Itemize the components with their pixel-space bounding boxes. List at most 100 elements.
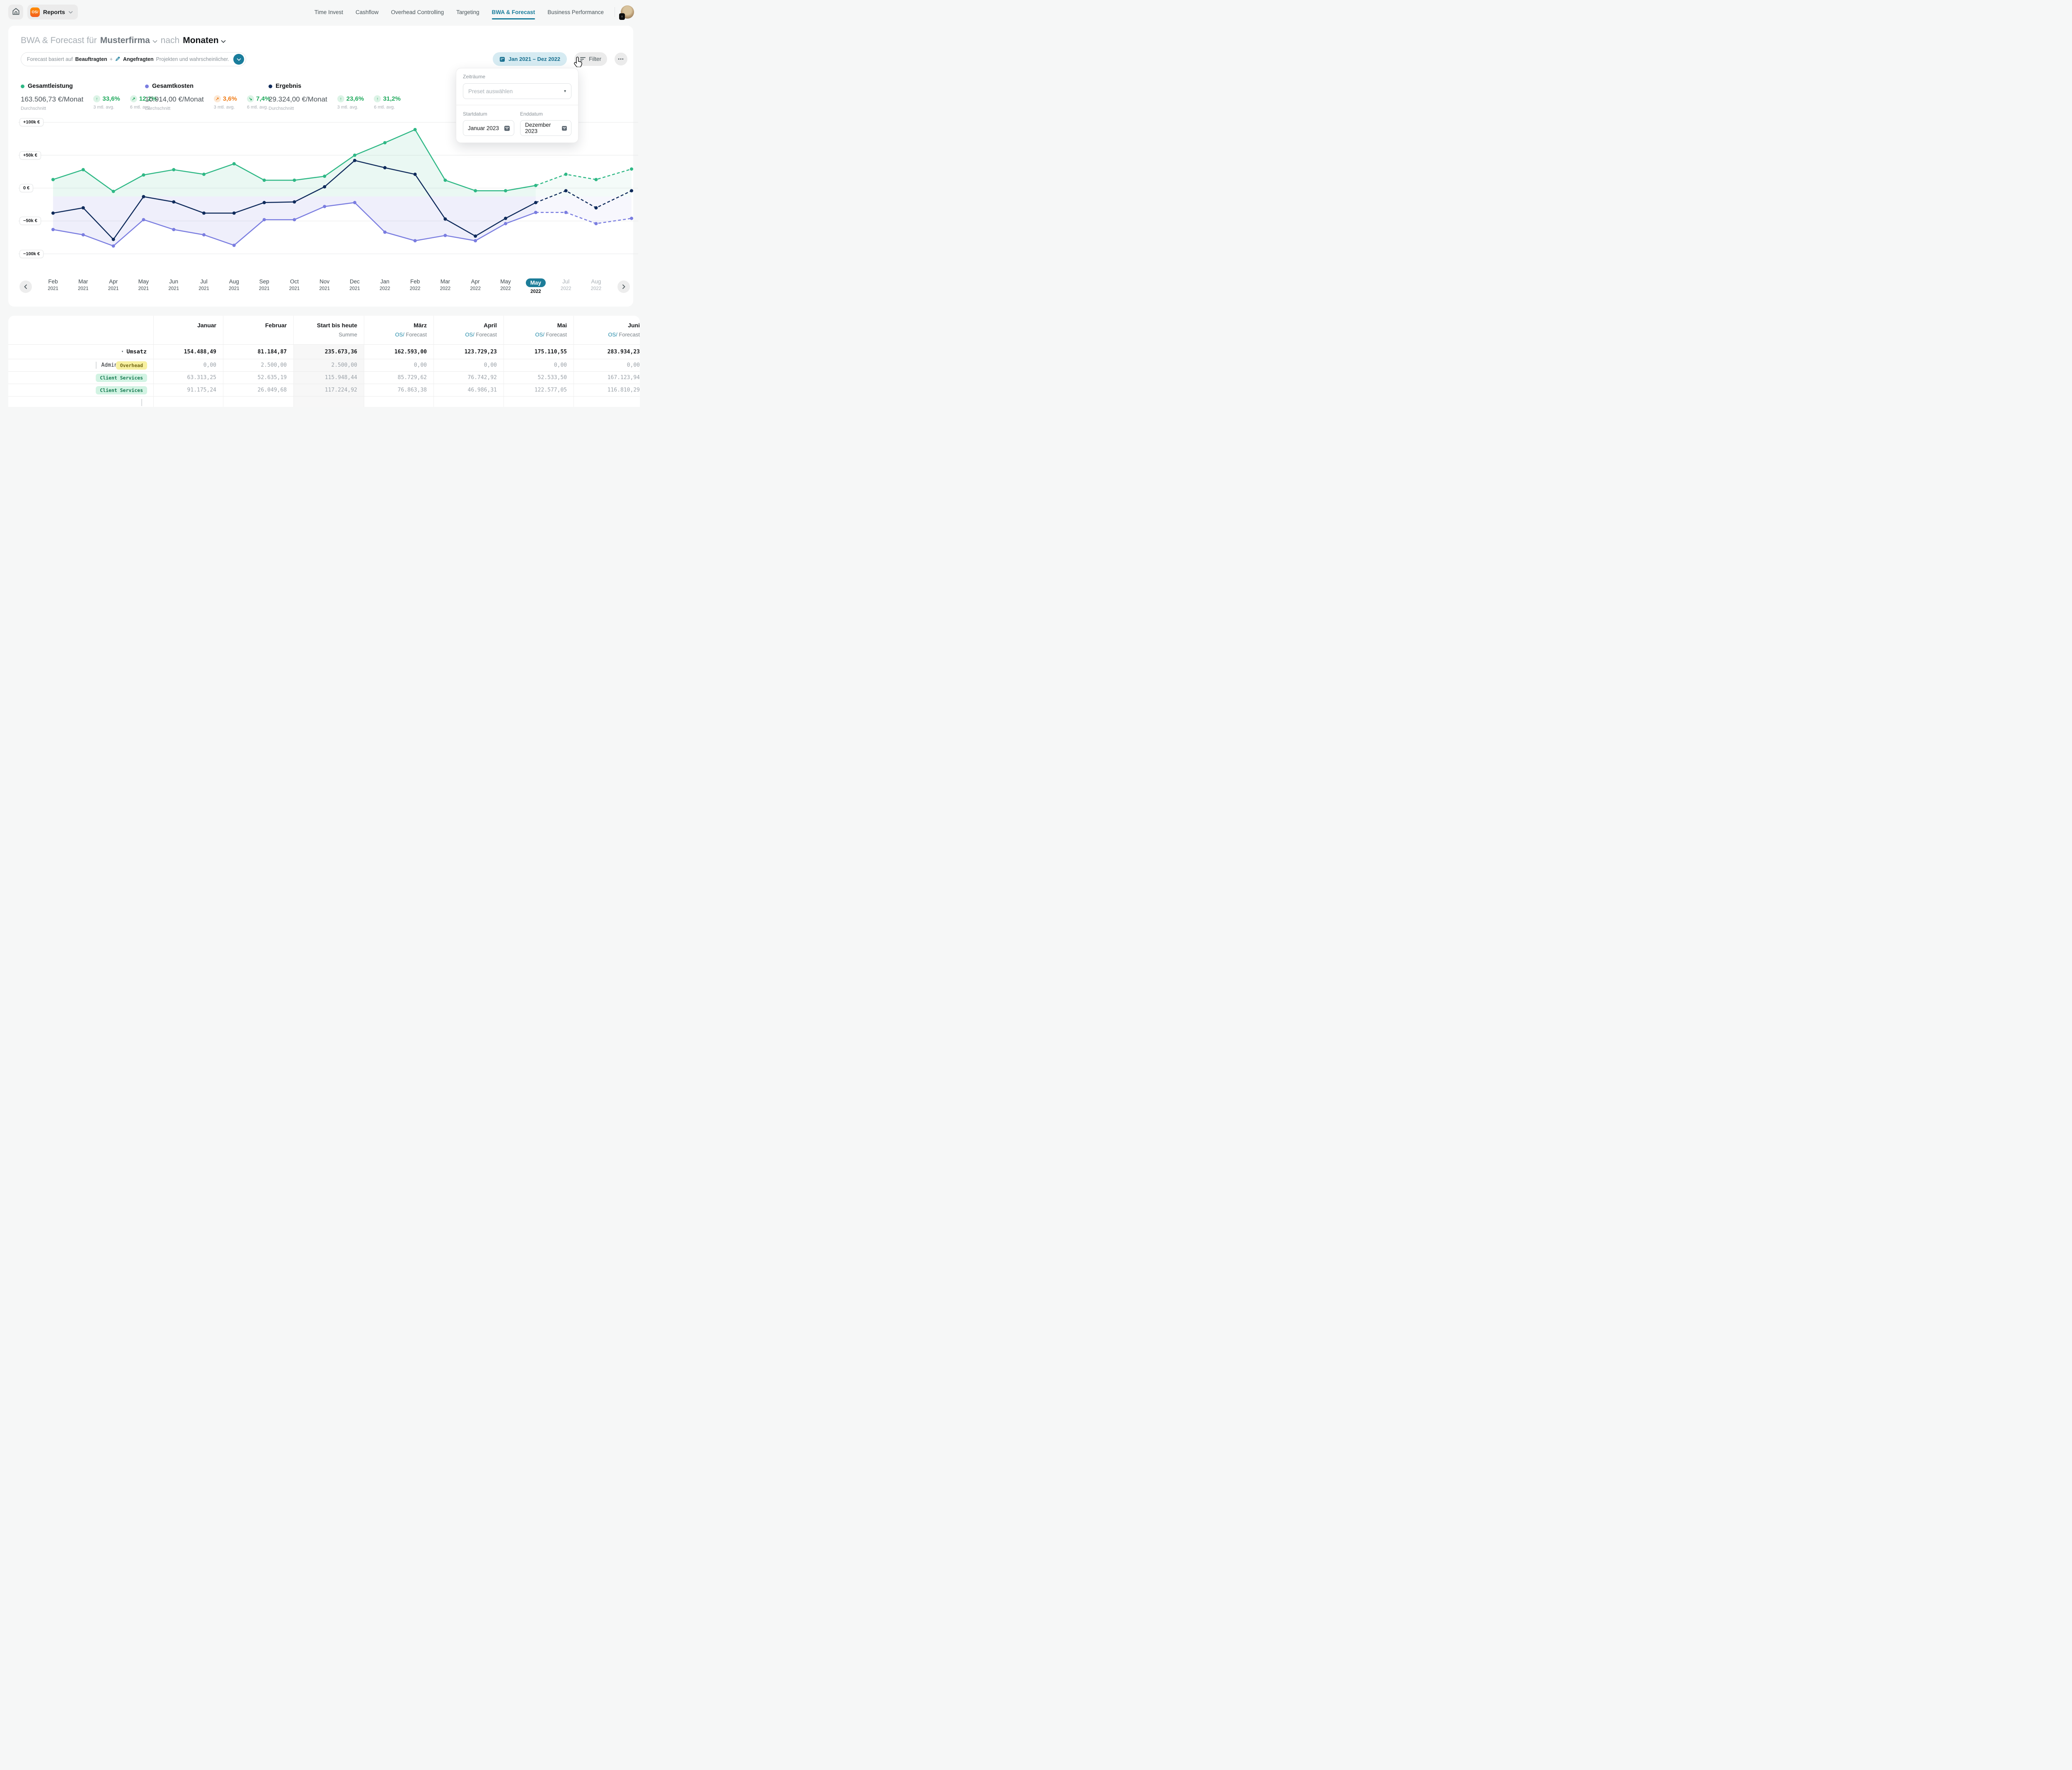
row-label-cell: ▾Umsatz (8, 345, 153, 359)
report-controls: Jan 2021 – Dez 2022 Filter ••• (493, 52, 627, 66)
table-row-administration[interactable]: AdministrationOverhead0,002.500,002.500,… (8, 359, 640, 371)
value-cell (503, 397, 574, 407)
nav-item-time-invest[interactable]: Time Invest (315, 7, 343, 18)
chart-scroll-left-button[interactable] (19, 280, 32, 293)
x-axis-month[interactable]: Jul2022 (561, 278, 571, 291)
avatar[interactable]: ↑ (621, 5, 634, 19)
month-label: Aug (229, 278, 240, 285)
year-label: 2021 (349, 286, 360, 291)
trend-arrow-icon: ↗ (214, 95, 221, 102)
table-row-werbung[interactable]: WerbungClient Services63.313,2552.635,19… (8, 371, 640, 384)
y-axis-label: +50k € (19, 151, 41, 160)
x-axis-month[interactable]: Apr2021 (108, 278, 119, 291)
enddatum-label: Enddatum (520, 111, 571, 117)
x-axis-month[interactable]: Jun2021 (168, 278, 179, 291)
year-label: 2021 (289, 286, 300, 291)
granularity-selector[interactable]: Monaten (183, 36, 226, 46)
x-axis-month[interactable]: Oct2021 (289, 278, 300, 291)
column-month-label: April (434, 322, 497, 329)
kpi-body: 10.914,00 €/MonatDurchschnitt↗3,6%3 mtl.… (145, 95, 269, 111)
startdatum-label: Startdatum (463, 111, 514, 117)
pill-term-angefragten: Angefragten (123, 56, 154, 62)
kpi-gesamtkosten: Gesamtkosten 10.914,00 €/MonatDurchschnit… (145, 83, 269, 111)
kpi-trend-top: ↑23,6% (337, 95, 364, 102)
x-axis-month-selected[interactable]: May2022 (526, 278, 546, 294)
y-axis-label: −50k € (19, 217, 41, 225)
nav-item-targeting[interactable]: Targeting (456, 7, 479, 18)
enddatum-input[interactable]: Dezember 2023 (520, 120, 571, 136)
y-axis-label: +100k € (19, 118, 44, 126)
date-range-button[interactable]: Jan 2021 – Dez 2022 (493, 52, 567, 66)
x-axis-month[interactable]: May2021 (138, 278, 149, 291)
value-cell: 122.577,05 (503, 384, 574, 396)
nav-item-overhead-controlling[interactable]: Overhead Controlling (391, 7, 444, 18)
topbar: OS/ Reports Time Invest Cashflow Overhead … (0, 0, 638, 24)
month-label: Apr (108, 278, 119, 285)
series-color-dot (21, 85, 24, 88)
column-header-april[interactable]: AprilOS/ Forecast (433, 316, 503, 344)
company-selector[interactable]: Musterfirma (100, 36, 157, 46)
table-row-event[interactable]: EventClient Services91.175,2426.049,6811… (8, 384, 640, 396)
year-label: 2022 (440, 286, 451, 291)
kpi-value: 163.506,73 €/Monat (21, 95, 83, 104)
column-month-label: Mai (504, 322, 567, 329)
kpi-header: Gesamtkosten (145, 83, 269, 89)
os-forecast-prefix: OS/ (465, 331, 474, 338)
month-label: Jan (380, 278, 390, 285)
trend-percentage: 23,6% (346, 95, 364, 102)
column-header-märz[interactable]: MärzOS/ Forecast (364, 316, 433, 344)
expand-triangle-icon[interactable]: ▾ (121, 350, 123, 354)
kpi-ergebnis: Ergebnis29.324,00 €/MonatDurchschnitt↑23… (269, 83, 393, 111)
filter-button[interactable]: Filter (574, 52, 607, 66)
column-header-februar[interactable]: Februar (223, 316, 293, 344)
expand-pill-button[interactable] (233, 54, 244, 65)
month-label: Sep (259, 278, 270, 285)
x-axis-month[interactable]: Aug2022 (591, 278, 602, 291)
preset-select[interactable]: Preset auswählen ▾ (463, 83, 571, 99)
x-axis-month[interactable]: May2022 (500, 278, 511, 291)
x-axis-month[interactable]: Jan2022 (380, 278, 390, 291)
nav-item-bwa-forecast[interactable]: BWA & Forecast (492, 7, 535, 18)
kpi-trend-top: ↗3,6% (214, 95, 237, 102)
x-axis-month[interactable]: Feb2022 (410, 278, 421, 291)
trend-arrow-icon: ↑ (374, 95, 381, 102)
x-axis-month[interactable]: Dec2021 (349, 278, 360, 291)
table-row-umsatz[interactable]: ▾Umsatz154.488,4981.184,87235.673,36162.… (8, 344, 640, 359)
x-axis-month[interactable]: Apr2022 (470, 278, 481, 291)
x-axis-month[interactable]: Mar2022 (440, 278, 451, 291)
x-axis-month[interactable]: Jul2021 (198, 278, 209, 291)
column-header-januar[interactable]: Januar (153, 316, 223, 344)
column-header-start-bis-heute[interactable]: Start bis heuteSumme (293, 316, 364, 344)
column-header-mai[interactable]: MaiOS/ Forecast (503, 316, 574, 344)
kpi-trend: ↘7,4%6 mtl. avg. (247, 95, 270, 111)
value-cell: 26.049,68 (223, 384, 293, 396)
month-label: Apr (470, 278, 481, 285)
column-header-juni[interactable]: JuniOS/ Forecast (574, 316, 640, 344)
table-header-row: JanuarFebruarStart bis heuteSummeMärzOS/… (8, 316, 640, 344)
x-axis-month[interactable]: Sep2021 (259, 278, 270, 291)
app-switcher[interactable]: OS/ Reports (27, 5, 78, 19)
kpi-legend-row: Gesamtleistung163.506,73 €/MonatDurchsch… (21, 83, 393, 111)
more-options-button[interactable]: ••• (615, 53, 627, 65)
year-label: 2022 (561, 286, 571, 291)
kpi-value-block: 10.914,00 €/MonatDurchschnitt (145, 95, 204, 111)
x-axis-month[interactable]: Aug2021 (229, 278, 240, 291)
year-label: 2021 (138, 286, 149, 291)
value-cell: 76.863,38 (364, 384, 433, 396)
x-axis-month[interactable]: Mar2021 (78, 278, 89, 291)
preset-placeholder: Preset auswählen (468, 88, 513, 94)
nav-item-business-performance[interactable]: Business Performance (547, 7, 604, 18)
category-badge: Client Services (96, 386, 147, 394)
x-axis-month[interactable]: Feb2021 (48, 278, 58, 291)
value-cell (433, 397, 503, 407)
startdatum-input[interactable]: Januar 2023 (463, 120, 514, 136)
x-axis-month[interactable]: Nov2021 (319, 278, 330, 291)
pill-term-beauftragten: Beauftragten (75, 56, 107, 62)
month-label: May (526, 278, 546, 287)
os-forecast-prefix: OS/ (395, 331, 404, 338)
year-label: 2022 (410, 286, 421, 291)
nav-item-cashflow[interactable]: Cashflow (356, 7, 379, 18)
forecast-basis-pill[interactable]: Forecast basiert auf Beauftragten + Ange… (21, 52, 246, 66)
chart-scroll-right-button[interactable] (617, 280, 630, 293)
home-button[interactable] (8, 5, 23, 19)
